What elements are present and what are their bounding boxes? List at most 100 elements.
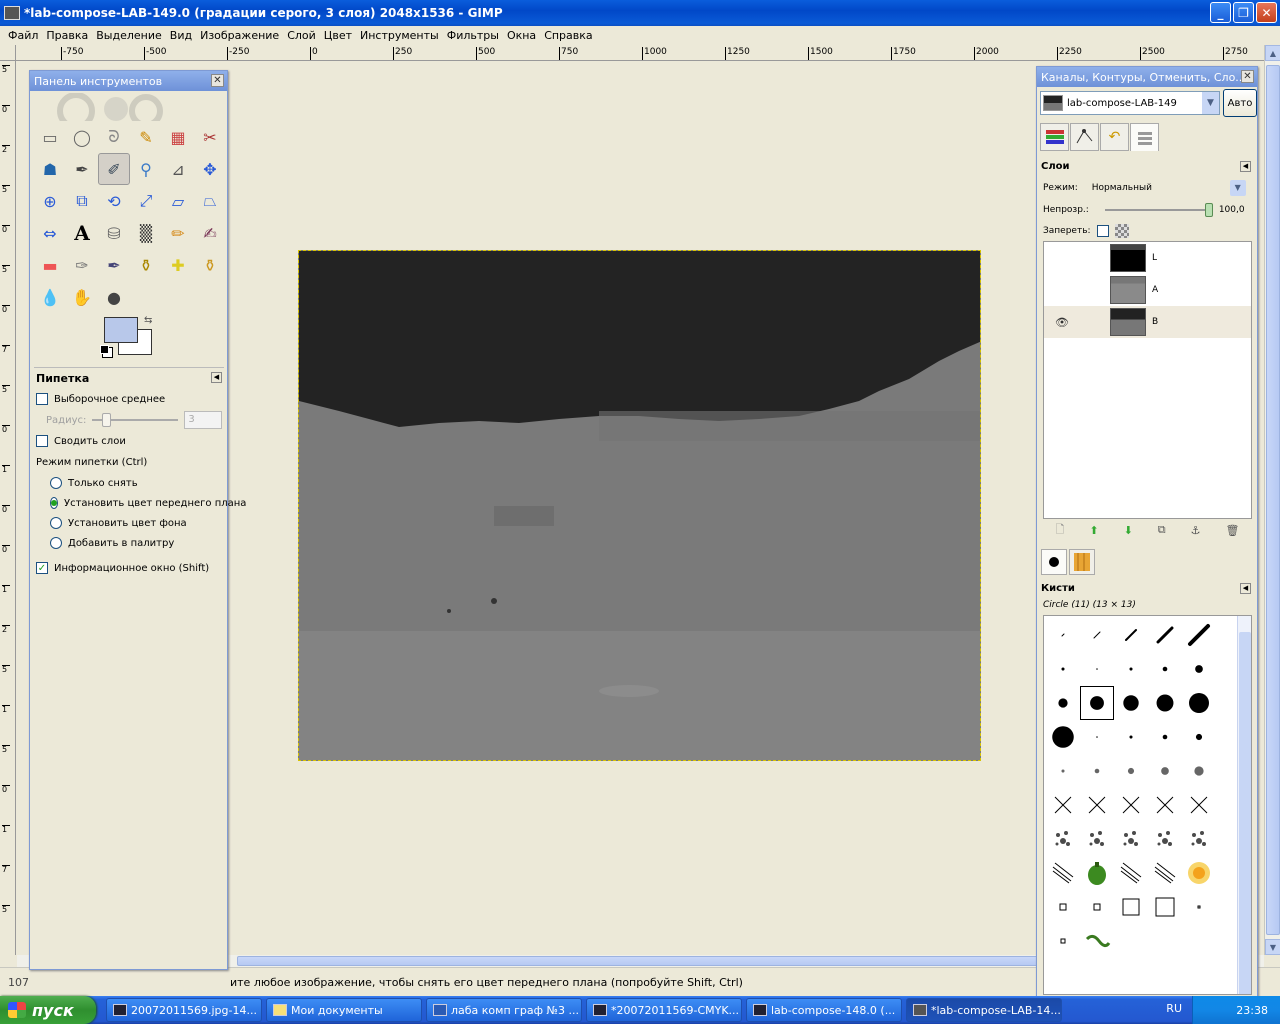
default-colors-icon[interactable] [100,345,109,354]
eye-icon[interactable]: 👁 [1044,316,1080,329]
brush-item[interactable] [1046,618,1080,652]
horizontal-ruler[interactable]: -750 -500 -250 0 250 500 750 1000 1250 1500 1750 20… [16,45,1264,61]
brush-item[interactable] [1080,890,1114,924]
lock-alpha-icon[interactable] [1114,224,1129,238]
radius-slider[interactable] [92,413,179,427]
layer-row-l[interactable]: L [1044,242,1251,274]
tool-paths-icon[interactable]: ✒ [66,153,98,185]
tool-rotate-icon[interactable]: ⟲ [98,185,130,217]
hscroll-thumb[interactable] [237,956,1049,966]
brush-item[interactable] [1114,720,1148,754]
brush-item[interactable] [1114,890,1148,924]
tab-channels[interactable] [1130,123,1159,151]
menu-file[interactable]: Файл [4,29,42,42]
tool-fuzzy-select-icon[interactable]: ✎ [130,121,162,153]
tool-smudge-icon[interactable]: ✋ [66,281,98,313]
tool-blend-icon[interactable]: ▒ [130,217,162,249]
taskbar-item[interactable]: *20072011569-CMYK... [586,998,742,1022]
menu-select[interactable]: Выделение [92,29,166,42]
menu-tools[interactable]: Инструменты [356,29,443,42]
tool-ellipse-select-icon[interactable]: ◯ [66,121,98,153]
brush-item[interactable] [1148,890,1182,924]
tool-color-picker-icon[interactable]: ✐ [98,153,130,185]
menu-view[interactable]: Вид [166,29,196,42]
brush-item[interactable] [1046,924,1080,958]
lower-layer-icon[interactable]: ⬇ [1124,524,1133,537]
menu-colors[interactable]: Цвет [320,29,356,42]
brush-item[interactable] [1046,788,1080,822]
duplicate-layer-icon[interactable]: ⧉ [1158,523,1166,537]
brush-item[interactable] [1148,652,1182,686]
minimize-button[interactable]: _ [1210,2,1231,23]
brush-item[interactable] [1114,618,1148,652]
brush-item[interactable] [1046,856,1080,890]
brush-item[interactable] [1080,754,1114,788]
toolbox-close-icon[interactable]: ✕ [211,74,224,87]
tool-heal-icon[interactable]: ✚ [162,249,194,281]
menu-windows[interactable]: Окна [503,29,540,42]
brush-item[interactable] [1046,754,1080,788]
radio-pick-only[interactable] [50,477,62,489]
opacity-slider[interactable] [1104,203,1213,217]
tool-move-icon[interactable]: ✥ [194,153,226,185]
brush-item[interactable] [1080,856,1114,890]
scroll-down-icon[interactable]: ▼ [1265,939,1280,955]
collapse-icon[interactable]: ◀ [211,372,222,383]
opacity-value[interactable]: 100,0 [1219,205,1245,215]
lock-checkbox[interactable] [1096,225,1109,237]
brush-item[interactable] [1080,788,1114,822]
brush-item[interactable] [1182,652,1216,686]
tool-foreground-select-icon[interactable]: ☗ [34,153,66,185]
brush-item[interactable] [1182,686,1216,720]
tool-bucket-fill-icon[interactable]: ⛁ [98,217,130,249]
mode-chevron-down-icon[interactable]: ▼ [1229,180,1246,196]
radio-set-background[interactable] [50,517,62,529]
tool-lasso-icon[interactable]: ᘐ [98,121,130,153]
brush-item[interactable] [1148,788,1182,822]
opacity-knob[interactable] [1204,203,1213,217]
taskbar-item[interactable]: lab-compose-148.0 (... [746,998,902,1022]
tool-paintbrush-icon[interactable]: ✍ [194,217,226,249]
close-button[interactable]: ✕ [1256,2,1277,23]
layer-row-b[interactable]: 👁 B [1044,306,1251,338]
brush-item[interactable] [1046,652,1080,686]
tab-patterns[interactable] [1069,549,1095,575]
brush-item[interactable] [1148,720,1182,754]
brush-item[interactable] [1148,754,1182,788]
brush-item[interactable] [1080,652,1114,686]
brush-item[interactable] [1046,822,1080,856]
brush-item[interactable] [1080,720,1114,754]
layers-collapse-icon[interactable]: ◀ [1240,161,1251,172]
language-indicator[interactable]: RU [1166,1002,1182,1015]
brush-item[interactable] [1148,924,1182,958]
image-selector[interactable]: lab-compose-LAB-149 ▼ [1040,91,1220,115]
tool-text-icon[interactable]: A [66,217,98,249]
tool-perspective-clone-icon[interactable]: ⚱ [194,249,226,281]
start-button[interactable]: пуск [0,996,96,1024]
brush-item[interactable] [1114,856,1148,890]
brush-item[interactable] [1182,924,1216,958]
tool-color-select-icon[interactable]: ▦ [162,121,194,153]
brush-item[interactable] [1182,720,1216,754]
tool-shear-icon[interactable]: ▱ [162,185,194,217]
tool-crop-icon[interactable]: ⧉ [66,185,98,217]
brushes-scroll-thumb[interactable] [1239,632,1251,994]
sample-merged-option[interactable]: Сводить слои [34,431,224,451]
tool-ink-icon[interactable]: ✒ [98,249,130,281]
mode-set-foreground[interactable]: Установить цвет переднего плана [34,493,246,513]
brush-item[interactable] [1182,856,1216,890]
image-canvas[interactable] [298,250,981,761]
tool-flip-icon[interactable]: ⇔ [34,217,66,249]
tool-align-icon[interactable]: ⊕ [34,185,66,217]
brush-item[interactable] [1148,618,1182,652]
tool-clone-icon[interactable]: ⚱ [130,249,162,281]
tool-blur-icon[interactable]: 💧 [34,281,66,313]
brush-item[interactable] [1046,720,1080,754]
tool-zoom-icon[interactable]: ⚲ [130,153,162,185]
maximize-button[interactable]: ❐ [1233,2,1254,23]
brush-item[interactable] [1182,890,1216,924]
tool-pencil-icon[interactable]: ✏ [162,217,194,249]
tool-airbrush-icon[interactable]: ✑ [66,249,98,281]
layer-mode-select[interactable]: Нормальный ▼ [1090,179,1246,197]
brush-item[interactable] [1114,788,1148,822]
